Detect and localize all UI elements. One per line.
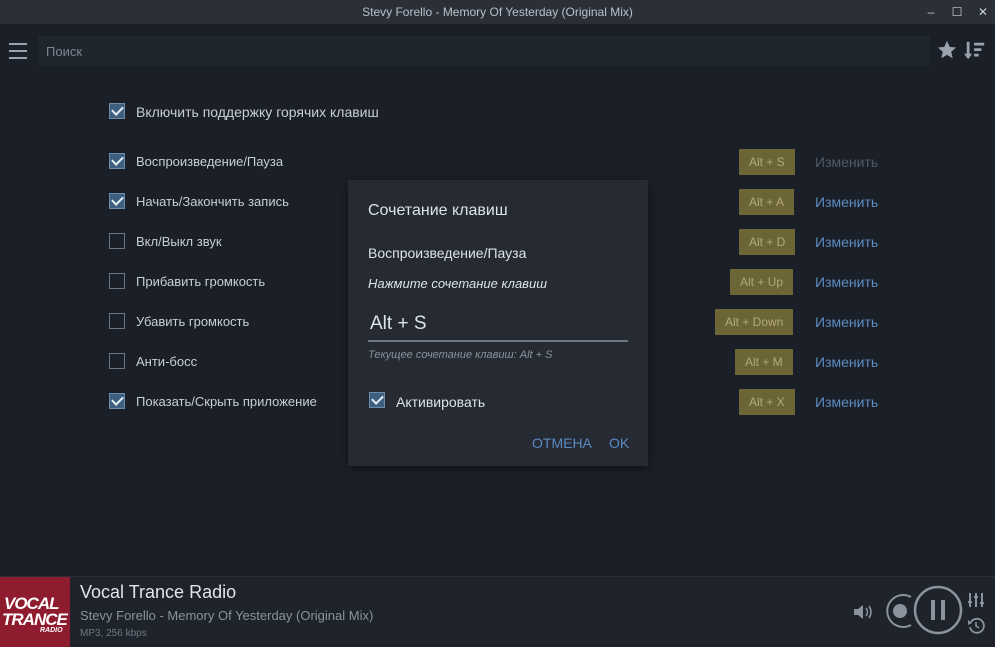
minimize-icon[interactable]: – [925, 0, 937, 24]
player-bar: VOCAL TRANCE RADIO Vocal Trance Radio St… [0, 576, 995, 647]
toolbar [0, 24, 995, 78]
shortcut-badge: Alt + S [739, 149, 795, 175]
window-title: Stevy Forello - Memory Of Yesterday (Ori… [362, 5, 633, 19]
search-input[interactable] [38, 36, 930, 66]
enable-hotkeys-checkbox[interactable] [109, 103, 125, 119]
station-logo: VOCAL TRANCE RADIO [0, 577, 70, 647]
hotkey-label: Показать/Скрыть приложение [136, 394, 317, 409]
shortcut-badge: Alt + X [739, 389, 795, 415]
equalizer-icon[interactable] [968, 593, 984, 607]
dialog-action-name: Воспроизведение/Пауза [368, 245, 527, 261]
activate-label: Активировать [396, 394, 486, 410]
pause-icon[interactable] [913, 585, 963, 635]
shortcut-badge: Alt + Down [715, 309, 794, 335]
track-title: Stevy Forello - Memory Of Yesterday (Ori… [80, 608, 374, 623]
logo-text: TRANCE [2, 610, 68, 629]
ok-button[interactable]: OK [609, 435, 629, 451]
enable-hotkeys-label: Включить поддержку горячих клавиш [136, 104, 379, 120]
star-icon[interactable] [936, 39, 958, 61]
hotkey-checkbox-volume-up[interactable] [109, 273, 125, 289]
hotkey-checkbox-record[interactable] [109, 193, 125, 209]
shortcut-dialog: Сочетание клавиш Воспроизведение/Пауза Н… [348, 180, 648, 466]
title-bar: Stevy Forello - Memory Of Yesterday (Ori… [0, 0, 995, 24]
bitrate-info: MP3, 256 kbps [80, 628, 147, 639]
hotkey-label: Убавить громкость [136, 314, 250, 329]
volume-icon[interactable] [853, 603, 875, 621]
change-shortcut-link[interactable]: Изменить [815, 314, 878, 330]
dialog-title: Сочетание клавиш [368, 202, 508, 219]
shortcut-input[interactable] [368, 308, 628, 342]
hotkey-label: Воспроизведение/Пауза [136, 154, 284, 169]
change-shortcut-link[interactable]: Изменить [815, 274, 878, 290]
dialog-prompt: Нажмите сочетание клавиш [368, 276, 547, 291]
hotkey-label: Начать/Закончить запись [136, 194, 289, 209]
hotkey-checkbox-mute[interactable] [109, 233, 125, 249]
change-shortcut-link[interactable]: Изменить [815, 194, 878, 210]
shortcut-badge: Alt + Up [730, 269, 794, 295]
change-shortcut-link: Изменить [815, 154, 879, 170]
cancel-button[interactable]: ОТМЕНА [532, 435, 592, 451]
hotkey-checkbox-volume-down[interactable] [109, 313, 125, 329]
shortcut-badge: Alt + D [739, 229, 796, 255]
activate-checkbox[interactable] [369, 392, 385, 408]
record-icon[interactable] [883, 593, 915, 629]
station-name: Vocal Trance Radio [80, 582, 237, 602]
hotkey-label: Прибавить громкость [136, 274, 266, 289]
hotkey-checkbox-anti-boss[interactable] [109, 353, 125, 369]
hotkey-label: Вкл/Выкл звук [136, 234, 222, 249]
shortcut-badge: Alt + M [735, 349, 793, 375]
shortcut-badge: Alt + A [739, 189, 795, 215]
change-shortcut-link[interactable]: Изменить [815, 234, 878, 250]
maximize-icon[interactable]: ☐ [951, 0, 963, 24]
hamburger-menu-icon[interactable] [9, 43, 27, 59]
close-icon[interactable]: ✕ [977, 0, 989, 24]
current-shortcut-hint: Текущее сочетание клавиш: Alt + S [368, 349, 553, 361]
change-shortcut-link[interactable]: Изменить [815, 394, 878, 410]
window-controls: – ☐ ✕ [925, 0, 989, 24]
hotkey-checkbox-play-pause[interactable] [109, 153, 125, 169]
logo-text: RADIO [40, 627, 63, 634]
change-shortcut-link[interactable]: Изменить [815, 354, 878, 370]
hotkey-checkbox-show-hide[interactable] [109, 393, 125, 409]
history-icon[interactable] [967, 617, 985, 635]
hotkey-label: Анти-босс [136, 354, 198, 369]
sort-filter-icon[interactable] [964, 40, 986, 62]
